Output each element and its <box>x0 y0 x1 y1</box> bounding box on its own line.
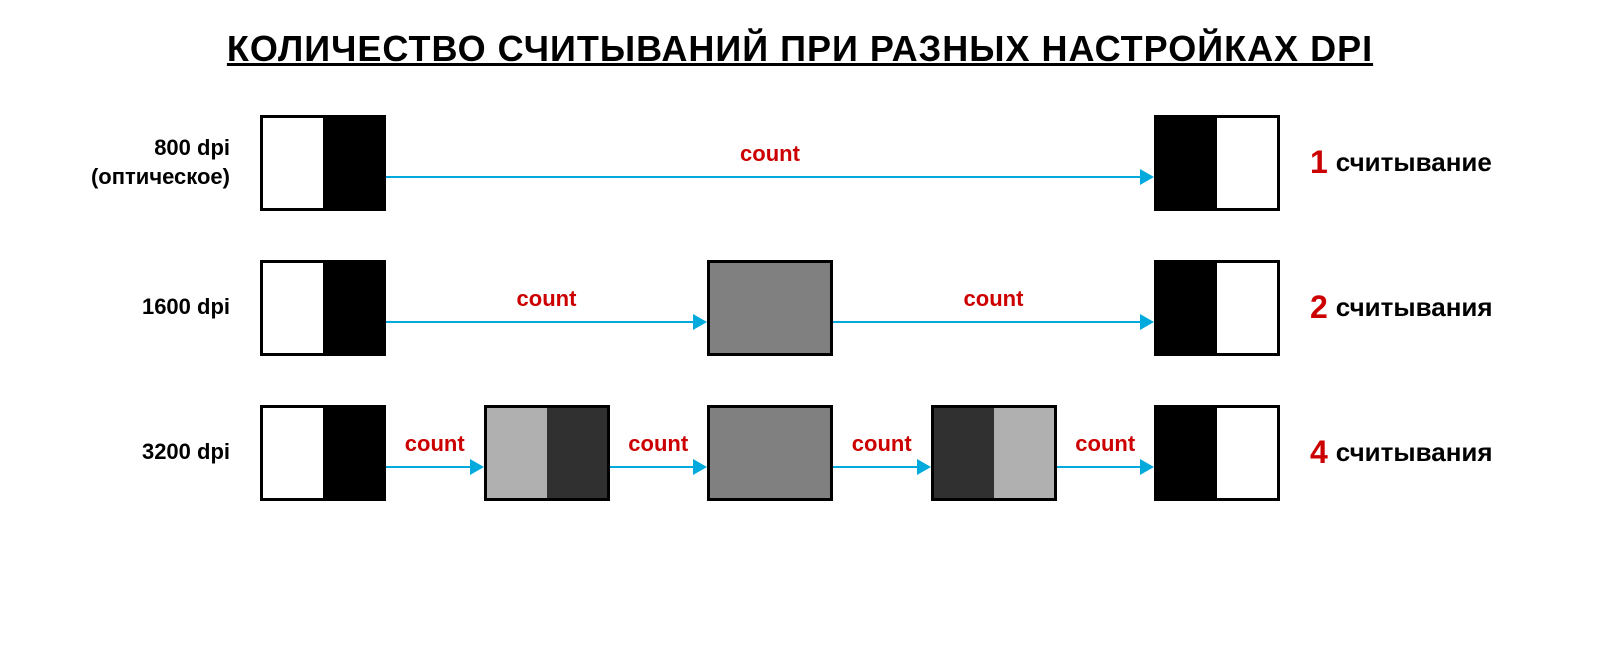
sensor-3200-mid2 <box>707 405 833 501</box>
row-3200-result-text: считывания <box>1336 437 1493 468</box>
row-800: 800 dpi(оптическое) count <box>60 90 1540 235</box>
sensor-half-black <box>1157 118 1217 208</box>
arrow-3200-2-head <box>693 459 707 475</box>
arrow-3200-4-label: count <box>1075 431 1135 457</box>
sensor-half-black <box>323 118 383 208</box>
arrow-3200-2: count <box>610 431 708 475</box>
row-1600: 1600 dpi count <box>60 235 1540 380</box>
arrow-3200-4-shaft <box>1057 466 1141 468</box>
row-1600-result-num: 2 <box>1310 289 1328 326</box>
arrow-800-1-head <box>1140 169 1154 185</box>
row-800-content: count <box>260 115 1280 211</box>
row-3200-result-num: 4 <box>1310 434 1328 471</box>
row-3200-content: count count <box>260 405 1280 501</box>
sensor-800-start <box>260 115 386 211</box>
sensor-half-white <box>1217 118 1277 208</box>
arrow-800-1-line <box>386 169 1154 185</box>
row-3200-label: 3200 dpi <box>60 438 260 467</box>
sensor-3200-mid3 <box>931 405 1057 501</box>
row-1600-label: 1600 dpi <box>60 293 260 322</box>
sensor-half-gray <box>710 263 770 353</box>
arrow-3200-4-head <box>1140 459 1154 475</box>
page-title: КОЛИЧЕСТВО СЧИТЫВАНИЙ ПРИ РАЗНЫХ НАСТРОЙ… <box>227 28 1373 70</box>
row-800-result: 1 считывание <box>1280 144 1540 181</box>
arrow-3200-1: count <box>386 431 484 475</box>
sensor-3200-mid1 <box>484 405 610 501</box>
row-1600-result: 2 считывания <box>1280 289 1540 326</box>
arrow-1600-2-head <box>1140 314 1154 330</box>
arrow-3200-4: count <box>1057 431 1155 475</box>
arrow-3200-2-label: count <box>628 431 688 457</box>
sensor-half-white <box>263 118 323 208</box>
sensor-1600-start <box>260 260 386 356</box>
arrow-3200-1-label: count <box>405 431 465 457</box>
sensor-half-darkest <box>547 408 607 498</box>
arrow-3200-3: count <box>833 431 931 475</box>
sensor-half-gray <box>770 263 830 353</box>
sensor-half-black <box>323 263 383 353</box>
page: КОЛИЧЕСТВО СЧИТЫВАНИЙ ПРИ РАЗНЫХ НАСТРОЙ… <box>0 0 1600 661</box>
arrow-3200-2-shaft <box>610 466 694 468</box>
row-1600-result-text: считывания <box>1336 292 1493 323</box>
sensor-half-white <box>263 408 323 498</box>
arrow-3200-1-shaft <box>386 466 470 468</box>
row-800-label: 800 dpi(оптическое) <box>60 134 260 191</box>
arrow-1600-1: count <box>386 286 707 330</box>
sensor-half-light <box>487 408 547 498</box>
sensor-half-black <box>1157 408 1217 498</box>
sensor-half-white <box>263 263 323 353</box>
sensor-half-black <box>323 408 383 498</box>
sensor-half-white <box>1217 263 1277 353</box>
arrow-3200-1-head <box>470 459 484 475</box>
sensor-half-white <box>1217 408 1277 498</box>
diagram-area: 800 dpi(оптическое) count <box>0 90 1600 525</box>
arrow-1600-1-shaft <box>386 321 693 323</box>
arrow-800-1-label: count <box>740 141 800 167</box>
sensor-half-medium <box>770 408 830 498</box>
sensor-3200-start <box>260 405 386 501</box>
sensor-3200-end <box>1154 405 1280 501</box>
arrow-1600-1-line <box>386 314 707 330</box>
arrow-800-1-shaft <box>386 176 1140 178</box>
row-3200: 3200 dpi count <box>60 380 1540 525</box>
sensor-half-darkest <box>934 408 994 498</box>
sensor-800-end <box>1154 115 1280 211</box>
arrow-1600-2: count <box>833 286 1154 330</box>
arrow-3200-1-line <box>386 459 484 475</box>
row-1600-content: count count <box>260 260 1280 356</box>
arrow-1600-2-shaft <box>833 321 1140 323</box>
arrow-3200-3-line <box>833 459 931 475</box>
row-3200-result: 4 считывания <box>1280 434 1540 471</box>
sensor-1600-end <box>1154 260 1280 356</box>
arrow-1600-2-line <box>833 314 1154 330</box>
arrow-3200-2-line <box>610 459 708 475</box>
arrow-800-1: count <box>386 141 1154 185</box>
arrow-3200-3-shaft <box>833 466 917 468</box>
sensor-half-medium <box>710 408 770 498</box>
arrow-1600-1-head <box>693 314 707 330</box>
sensor-half-black <box>1157 263 1217 353</box>
sensor-half-light <box>994 408 1054 498</box>
row-800-result-num: 1 <box>1310 144 1328 181</box>
arrow-3200-3-head <box>917 459 931 475</box>
row-800-result-text: считывание <box>1336 147 1492 178</box>
arrow-3200-3-label: count <box>852 431 912 457</box>
arrow-1600-1-label: count <box>517 286 577 312</box>
arrow-3200-4-line <box>1057 459 1155 475</box>
arrow-1600-2-label: count <box>964 286 1024 312</box>
sensor-1600-mid <box>707 260 833 356</box>
